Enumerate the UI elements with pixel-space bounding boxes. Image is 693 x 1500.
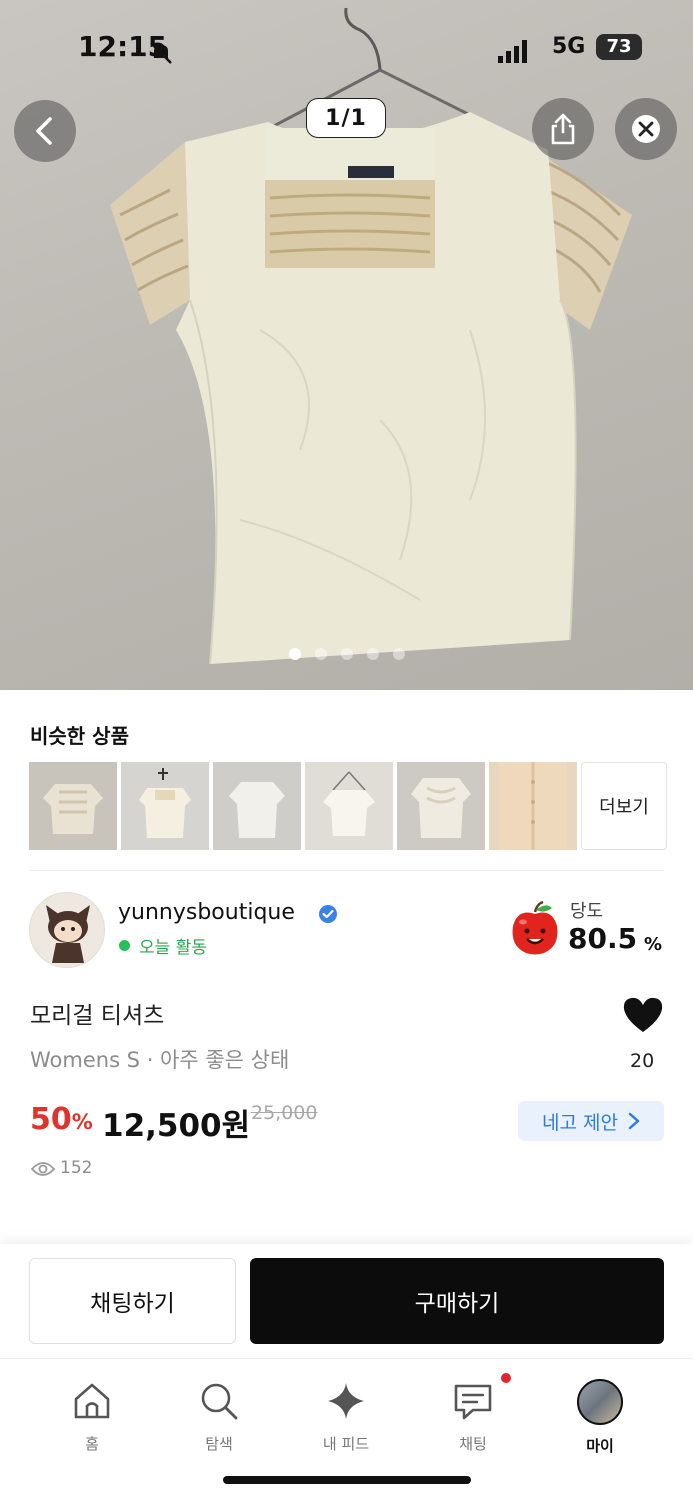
tab-my-feed[interactable]: 내 피드 [296, 1379, 396, 1454]
home-indicator [223, 1476, 471, 1484]
cat-avatar-image [46, 905, 90, 963]
similar-product-thumbnail[interactable] [29, 762, 117, 850]
sweetness-label: 당도 [570, 901, 604, 922]
buy-button[interactable]: 구매하기 [250, 1258, 664, 1344]
tab-my[interactable]: 마이 [550, 1379, 650, 1456]
battery-level: 73 [596, 34, 642, 60]
seller-name[interactable]: yunnysboutique [118, 900, 295, 925]
seller-avatar[interactable] [29, 892, 105, 968]
share-button[interactable] [532, 98, 594, 160]
back-button[interactable] [14, 100, 76, 162]
verified-badge-icon [319, 905, 337, 923]
image-counter: 1/1 [306, 98, 386, 138]
bell-muted-icon [150, 42, 172, 64]
close-button[interactable] [615, 98, 677, 160]
tab-my-label: 마이 [586, 1437, 614, 1455]
product-size-condition: Womens S · 아주 좋은 상태 [30, 1048, 290, 1072]
signal-icon [498, 40, 527, 63]
chat-notification-dot [501, 1373, 511, 1383]
tab-home[interactable]: 홈 [42, 1379, 142, 1454]
similar-product-thumbnail[interactable] [397, 762, 485, 850]
gallery-pagination [0, 648, 693, 660]
product-title: 모리걸 티셔츠 [30, 1003, 165, 1029]
thumbnail-image [499, 762, 567, 850]
status-bar: 12:15 5G 73 [0, 0, 693, 90]
thumbnail-image [411, 778, 471, 838]
sale-price: 12,500원 [102, 1108, 251, 1144]
original-price: 25,000 [251, 1102, 318, 1124]
section-divider [30, 870, 663, 871]
similar-product-thumbnail[interactable] [213, 762, 301, 850]
chevron-right-icon [628, 1112, 640, 1130]
share-icon [551, 113, 575, 145]
sweetness-value: 80.5 [568, 922, 638, 955]
similar-product-thumbnail[interactable] [489, 762, 577, 850]
discount-unit: % [71, 1110, 93, 1134]
thumbnail-image [229, 782, 285, 838]
negotiate-label: 네고 제안 [542, 1111, 618, 1134]
network-type: 5G [552, 34, 586, 59]
thumbnail-image [43, 784, 103, 834]
search-icon [201, 1383, 238, 1420]
chat-button[interactable]: 채팅하기 [29, 1258, 236, 1344]
like-count: 20 [630, 1050, 655, 1072]
pagination-dot [366, 648, 379, 660]
pagination-dot [288, 648, 301, 660]
eye-icon [31, 1162, 55, 1176]
thumbnail-image [323, 771, 375, 836]
similar-products-row: 더보기 [29, 762, 667, 850]
pagination-dot [340, 648, 353, 660]
more-similar-button[interactable]: 더보기 [581, 762, 667, 850]
thumbnail-image [139, 768, 191, 838]
sparkle-icon [328, 1383, 364, 1419]
activity-status: 오늘 활동 [139, 938, 207, 958]
tab-explore[interactable]: 탐색 [169, 1379, 269, 1454]
tab-chat-label: 채팅 [459, 1435, 487, 1453]
negotiate-button[interactable]: 네고 제안 [518, 1101, 664, 1141]
home-icon [74, 1383, 110, 1419]
activity-status-dot [119, 940, 130, 951]
pagination-dot [314, 648, 327, 660]
sweetness-unit: % [644, 934, 663, 955]
close-icon [632, 115, 660, 143]
discount-value: 50 [30, 1102, 72, 1137]
tab-explore-label: 탐색 [205, 1435, 233, 1453]
heart-icon[interactable] [622, 996, 664, 1034]
tab-home-label: 홈 [85, 1435, 99, 1453]
discount-rate: 50% [30, 1102, 93, 1137]
purchase-action-bar: 채팅하기 구매하기 [0, 1244, 693, 1358]
avatar-icon [577, 1379, 623, 1425]
view-count: 152 [60, 1158, 93, 1178]
apple-icon [512, 900, 558, 955]
tab-my-feed-label: 내 피드 [322, 1435, 370, 1453]
similar-product-thumbnail[interactable] [305, 762, 393, 850]
chevron-left-icon [36, 117, 52, 145]
chat-icon [454, 1384, 492, 1420]
product-photo-gallery[interactable]: 12:15 5G 73 1/1 [0, 0, 693, 690]
pagination-dot [392, 648, 405, 660]
similar-product-thumbnail[interactable] [121, 762, 209, 850]
similar-products-title: 비슷한 상품 [30, 724, 129, 748]
tab-chat[interactable]: 채팅 [423, 1373, 523, 1454]
